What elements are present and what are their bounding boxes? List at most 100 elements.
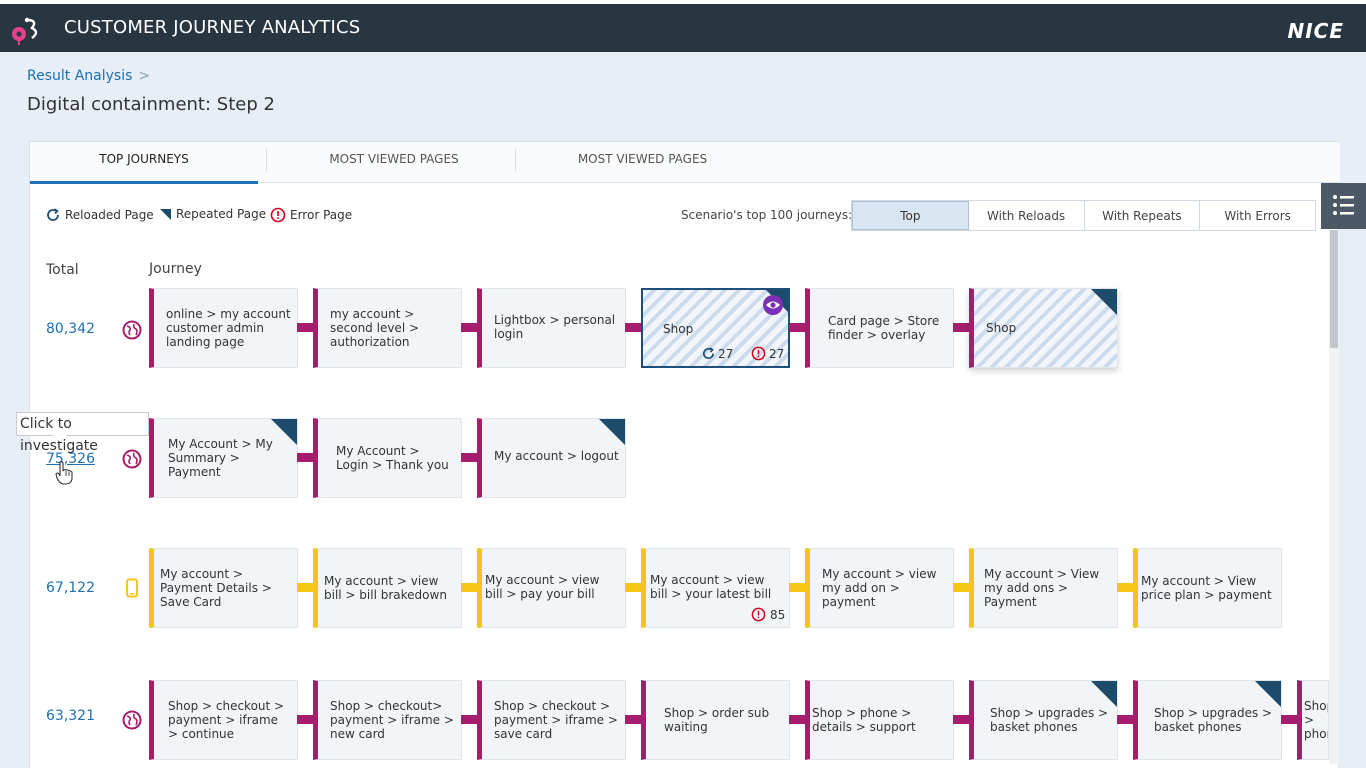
step-connector [625,583,641,592]
view-eye-icon[interactable] [762,294,784,316]
journey-step-label: My account > view bill > pay your bill [485,573,600,601]
tab-most-viewed-pages-2[interactable]: MOST VIEWED PAGES [520,142,765,183]
journey-step-label: Shop > checkout > payment > iframe > con… [168,699,285,741]
web-channel-icon [122,320,142,340]
tab-most-viewed-pages-1[interactable]: MOST VIEWED PAGES [270,142,518,183]
list-icon [1333,195,1354,215]
journey-step-card[interactable]: Lightbox > personal login [477,288,626,368]
journey-step-label: Shop > checkout> payment > iframe > new … [330,699,454,741]
journey-step-card[interactable]: My account > view bill > bill brakedown [313,548,462,628]
app-title: CUSTOMER JOURNEY ANALYTICS [64,17,361,38]
journey-step-card[interactable]: Shop > phon [1297,680,1329,760]
filter-reloads-button[interactable]: With Reloads [968,201,1085,230]
legend-error: Error Page [270,207,352,223]
step-connector [297,323,313,332]
filter-errors-button[interactable]: With Errors [1200,201,1315,230]
step-connector [461,453,477,462]
step-connector [953,323,969,332]
journey-step-card[interactable]: Card page > Store finder > overlay [805,288,954,368]
journey-step-card[interactable]: Shop > phone > details > support [805,680,954,760]
web-channel-icon [122,449,142,469]
journey-step-card[interactable]: Shop > upgrades > basket phones [969,680,1118,760]
journey-step-label: Lightbox > personal login [494,313,616,341]
journey-step-label: My account > view bill > your latest bil… [650,573,772,601]
journey-step-label: my account > second level > authorizatio… [330,307,420,349]
scrollbar-thumb[interactable] [1330,230,1338,348]
reload-icon [47,208,59,221]
step-connector [953,583,969,592]
journey-step-card[interactable]: My account > view bill > your latest bil… [641,548,790,628]
journeys-panel: TOP JOURNEYS MOST VIEWED PAGES MOST VIEW… [29,141,1340,768]
row-total-link[interactable]: 67,122 [46,580,95,596]
error-count-value: 27 [769,346,785,361]
error-count: 27 [751,346,784,361]
row-total-link[interactable]: 63,321 [46,708,95,724]
journey-step-card[interactable]: My account > Payment Details > Save Card [149,548,298,628]
step-connector [1281,715,1297,724]
journey-step-card[interactable]: my account > second level > authorizatio… [313,288,462,368]
journey-step-card[interactable]: online > my account customer admin landi… [149,288,298,368]
journey-step-label: Shop [986,321,1017,335]
reload-icon [702,347,715,360]
journey-step-card[interactable]: My Account > Login > Thank you [313,418,462,498]
journey-step-label: Shop > phone > details > support [812,706,916,734]
journey-step-label: My account > logout [494,449,619,463]
journey-step-card[interactable]: My account > View price plan > payment [1133,548,1282,628]
legend-repeated: Repeated Page [158,207,266,221]
repeated-corner-icon [160,209,171,220]
step-connector [297,453,313,462]
journey-step-card[interactable]: Shop > checkout> payment > iframe > new … [313,680,462,760]
step-connector [461,583,477,592]
journey-step-label: My account > Payment Details > Save Card [160,567,272,609]
repeated-corner-icon [1091,681,1117,707]
step-connector [297,583,313,592]
reload-count: 27 [701,346,733,361]
journey-step-card[interactable]: My Account > My Summary > Payment [149,418,298,498]
step-connector [1117,715,1133,724]
breadcrumb-result-analysis[interactable]: Result Analysis [27,68,132,84]
journey-step-card[interactable]: My account > View my add ons > Payment [969,548,1118,628]
repeated-corner-icon [271,419,297,445]
list-view-button[interactable] [1321,183,1366,229]
journey-step-label: Shop > upgrades > basket phones [1154,706,1273,734]
repeated-corner-icon [1091,289,1117,315]
journey-step-card[interactable]: My account > view my add on > payment [805,548,954,628]
journey-step-label: Shop > order sub waiting [664,706,770,734]
journey-step-label: Shop [663,322,694,336]
step-connector [789,583,805,592]
filter-repeats-button[interactable]: With Repeats [1084,201,1201,230]
web-channel-icon [122,710,142,730]
journey-step-card-selected[interactable]: Shop 27 27 [641,288,790,368]
error-icon [270,207,286,223]
journey-step-card[interactable]: Shop > checkout > payment > iframe > con… [149,680,298,760]
journey-step-card[interactable]: Shop > checkout > payment > iframe > sav… [477,680,626,760]
page-title: Digital containment: Step 2 [27,94,275,115]
step-connector [953,715,969,724]
step-connector [789,323,805,332]
journey-step-card[interactable]: My account > logout [477,418,626,498]
scenario-label: Scenario's top 100 journeys: [681,208,853,222]
top-bar: CUSTOMER JOURNEY ANALYTICS NICE [0,0,1366,52]
step-connector [1117,583,1133,592]
journey-step-label: Shop > checkout > payment > iframe > sav… [494,699,618,741]
journey-step-card[interactable]: My account > view bill > pay your bill [477,548,626,628]
filter-top-button[interactable]: Top [852,201,969,230]
journey-step-card[interactable]: Shop [969,288,1118,368]
error-icon [751,607,766,622]
step-connector [461,715,477,724]
breadcrumb[interactable]: Result Analysis > [27,68,150,84]
step-connector [789,715,805,724]
journey-step-label: Shop > phon [1304,699,1328,741]
tab-divider [266,148,267,172]
journey-step-card[interactable]: Shop > order sub waiting [641,680,790,760]
legend-repeated-label: Repeated Page [176,207,267,221]
repeated-corner-icon [599,419,625,445]
error-icon [751,346,766,361]
step-connector [625,323,641,332]
row-total-link[interactable]: 80,342 [46,321,95,337]
app-logo-icon[interactable] [10,14,44,48]
tab-top-journeys[interactable]: TOP JOURNEYS [30,142,258,184]
repeated-corner-icon [1255,681,1281,707]
scenario-filter: Top With Reloads With Repeats With Error… [851,200,1316,231]
journey-step-card[interactable]: Shop > upgrades > basket phones [1133,680,1282,760]
